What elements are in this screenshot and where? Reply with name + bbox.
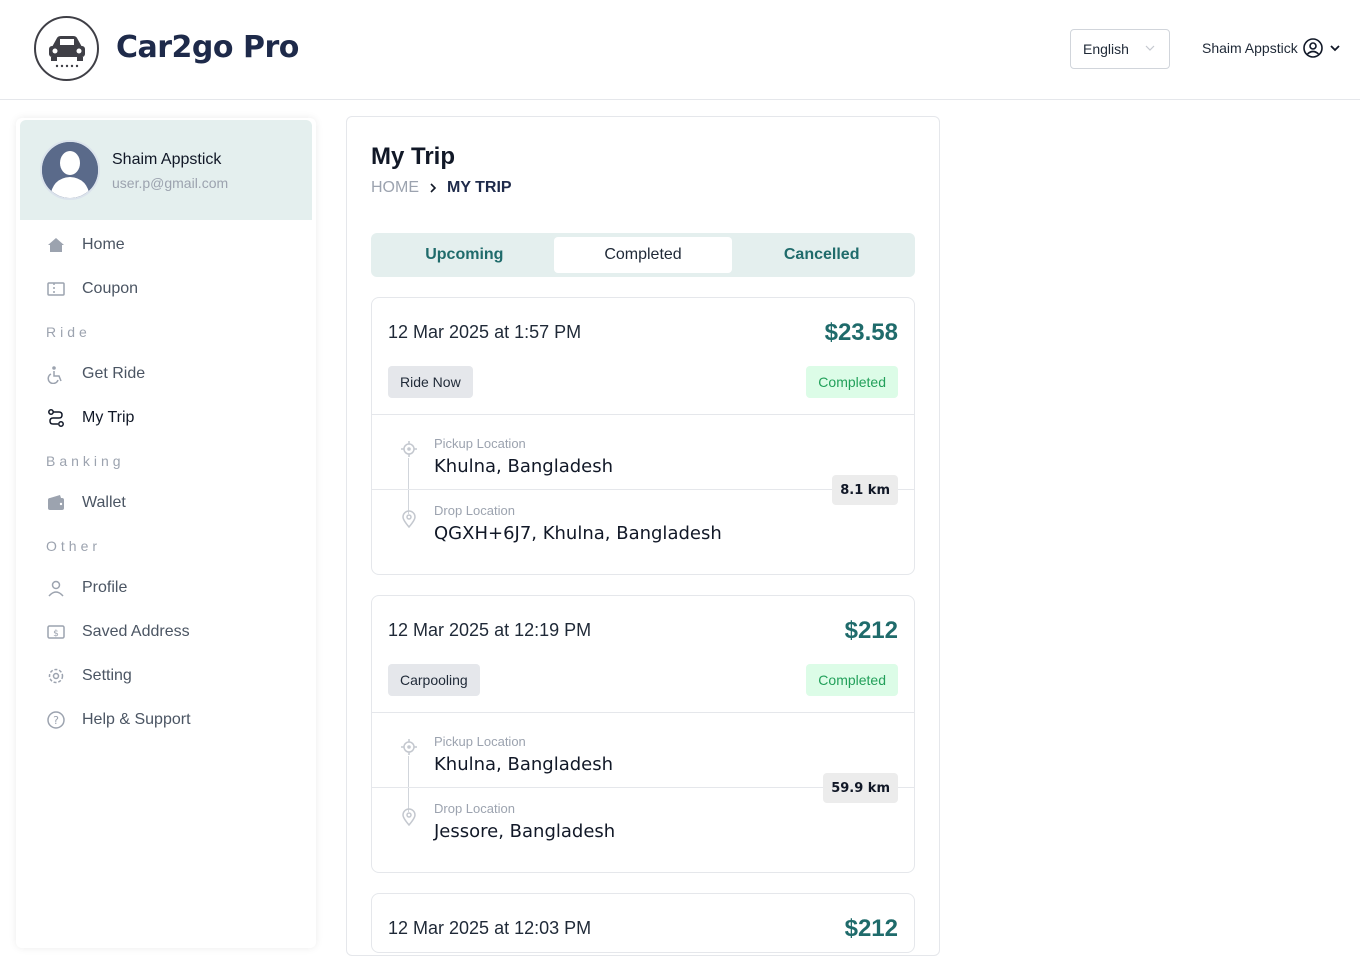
pickup-target-icon (401, 739, 417, 755)
help-icon: ? (46, 710, 66, 730)
drop-value: QGXH+6J7, Khulna, Bangladesh (434, 523, 722, 544)
breadcrumb-home[interactable]: HOME (371, 179, 419, 197)
brand-title[interactable]: Car2go Pro (116, 30, 299, 65)
user-icon (46, 578, 66, 598)
trip-card[interactable]: 12 Mar 2025 at 12:19 PM $212 Carpooling … (371, 595, 915, 873)
chevron-down-icon (1145, 45, 1155, 51)
profile-email: user.p@gmail.com (112, 175, 229, 191)
page-title: My Trip (371, 143, 456, 170)
address-icon: $ (46, 622, 66, 642)
pickup-value: Khulna, Bangladesh (434, 754, 614, 775)
distance-badge: 59.9 km (823, 773, 898, 803)
sidebar-item-label: Help & Support (82, 711, 191, 728)
sidebar-item-saved-address[interactable]: $ Saved Address (46, 617, 190, 647)
drop-label: Drop Location (434, 503, 515, 518)
user-menu-name: Shaim Appstick (1202, 40, 1298, 56)
language-value: English (1083, 41, 1129, 57)
coupon-icon (46, 279, 66, 299)
trip-card[interactable]: 12 Mar 2025 at 1:57 PM $23.58 Ride Now C… (371, 297, 915, 575)
pickup-label: Pickup Location (434, 734, 526, 749)
status-badge: Completed (806, 366, 898, 398)
wallet-icon (46, 493, 66, 513)
sidebar-item-label: My Trip (82, 409, 135, 426)
distance-badge: 8.1 km (832, 475, 898, 505)
chevron-down-icon (1330, 45, 1340, 52)
sidebar-item-label: Setting (82, 667, 132, 684)
gear-icon (46, 666, 66, 686)
sidebar-item-help-support[interactable]: ? Help & Support (46, 705, 191, 735)
sidebar-item-label: Profile (82, 579, 128, 596)
pickup-target-icon (401, 441, 417, 457)
pickup-value: Khulna, Bangladesh (434, 456, 614, 477)
sidebar-section-other: Other (46, 538, 102, 554)
map-pin-icon (402, 510, 416, 529)
trip-date: 12 Mar 2025 at 1:57 PM (388, 322, 582, 342)
trip-price: $23.58 (824, 319, 898, 346)
tab-upcoming[interactable]: Upcoming (375, 237, 554, 273)
profile-name: Shaim Appstick (112, 151, 222, 168)
sidebar-item-wallet[interactable]: Wallet (46, 488, 126, 518)
trip-date: 12 Mar 2025 at 12:03 PM (388, 918, 592, 938)
route-icon (46, 408, 66, 428)
trip-tabs: Upcoming Completed Cancelled (371, 233, 915, 277)
trip-price: $212 (844, 617, 898, 644)
trip-type-badge: Carpooling (388, 664, 480, 696)
route-line (408, 756, 409, 812)
divider (372, 414, 914, 415)
svg-text:?: ? (53, 714, 59, 727)
map-pin-icon (402, 808, 416, 827)
user-menu[interactable]: Shaim Appstick (1202, 37, 1342, 59)
sidebar-section-banking: Banking (46, 453, 125, 469)
sidebar-item-label: Wallet (82, 494, 126, 511)
sidebar-item-label: Coupon (82, 280, 139, 297)
pickup-label: Pickup Location (434, 436, 526, 451)
tab-cancelled[interactable]: Cancelled (732, 237, 911, 273)
trip-date: 12 Mar 2025 at 12:19 PM (388, 620, 592, 640)
sidebar-item-label: Saved Address (82, 623, 190, 640)
app-header: Car2go Pro English Shaim Appstick (0, 0, 1360, 100)
divider (372, 712, 914, 713)
ride-icon (46, 364, 66, 384)
sidebar-item-setting[interactable]: Setting (46, 661, 132, 691)
route-line (408, 458, 409, 514)
chevron-right-icon (430, 183, 437, 193)
breadcrumb: HOME MY TRIP (371, 179, 512, 197)
main-panel: My Trip HOME MY TRIP Upcoming Completed … (346, 116, 940, 956)
drop-label: Drop Location (434, 801, 515, 816)
sidebar-item-profile[interactable]: Profile (46, 573, 127, 603)
trip-price: $212 (844, 915, 898, 942)
user-circle-icon (1302, 38, 1323, 58)
avatar (40, 140, 100, 200)
drop-value: Jessore, Bangladesh (434, 821, 616, 842)
sidebar-profile-card[interactable]: Shaim Appstick user.p@gmail.com (20, 120, 312, 220)
sidebar-item-home[interactable]: Home (46, 230, 125, 260)
sidebar-item-label: Home (82, 236, 125, 253)
car-logo-icon[interactable] (34, 16, 99, 81)
sidebar: Shaim Appstick user.p@gmail.com Home Cou… (16, 118, 316, 948)
sidebar-item-my-trip[interactable]: My Trip (46, 403, 134, 433)
svg-text:$: $ (53, 629, 59, 639)
sidebar-section-ride: Ride (46, 324, 91, 340)
status-badge: Completed (806, 664, 898, 696)
breadcrumb-current: MY TRIP (447, 179, 512, 196)
home-icon (46, 235, 66, 255)
sidebar-item-coupon[interactable]: Coupon (46, 274, 138, 304)
trip-type-badge: Ride Now (388, 366, 473, 398)
tab-completed[interactable]: Completed (553, 237, 733, 273)
sidebar-item-get-ride[interactable]: Get Ride (46, 359, 145, 389)
trip-card[interactable]: 12 Mar 2025 at 12:03 PM $212 (371, 893, 915, 953)
sidebar-item-label: Get Ride (82, 365, 146, 382)
language-select[interactable]: English (1070, 29, 1170, 69)
